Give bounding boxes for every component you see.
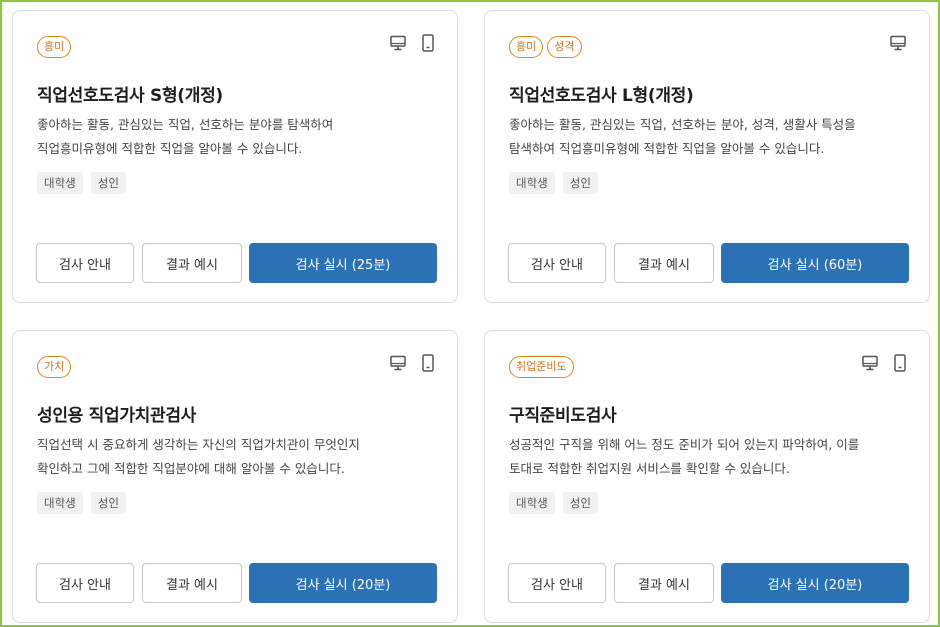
test-guide-button[interactable]: 검사 안내 <box>508 563 606 603</box>
category-tags: 취업준비도 <box>509 356 574 378</box>
target-tags: 대학생 성인 <box>509 492 598 514</box>
mobile-icon <box>893 354 907 372</box>
target-tags: 대학생 성인 <box>37 492 126 514</box>
target-tag: 성인 <box>562 492 598 514</box>
start-test-button[interactable]: 검사 실시 (25분) <box>249 243 437 283</box>
result-sample-button[interactable]: 결과 예시 <box>142 243 242 283</box>
test-title: 성인용 직업가치관검사 <box>37 406 197 426</box>
pc-icon <box>861 354 879 372</box>
device-icons <box>861 354 907 372</box>
test-description: 성공적인 구직을 위해 어느 정도 준비가 되어 있는지 파악하여, 이를 토대… <box>509 437 860 476</box>
test-description: 좋아하는 활동, 관심있는 직업, 선호하는 분야를 탐색하여 직업흥미유형에 … <box>37 117 334 156</box>
test-guide-button[interactable]: 검사 안내 <box>36 563 134 603</box>
result-sample-button[interactable]: 결과 예시 <box>142 563 242 603</box>
target-tag: 성인 <box>90 172 126 194</box>
start-test-button[interactable]: 검사 실시 (60분) <box>721 243 909 283</box>
target-tags: 대학생 성인 <box>37 172 126 194</box>
mobile-icon <box>421 354 435 372</box>
test-card: 흥미 성격 직업선호도검사 L형(개정) 좋아하는 활동, 관심있는 직업, 선… <box>484 10 930 303</box>
start-test-button[interactable]: 검사 실시 (20분) <box>249 563 437 603</box>
test-description: 직업선택 시 중요하게 생각하는 자신의 직업가치관이 무엇인지 확인하고 그에… <box>37 437 360 476</box>
pc-icon <box>889 34 907 52</box>
category-tags: 흥미 성격 <box>509 36 582 58</box>
target-tag: 대학생 <box>509 172 555 194</box>
target-tags: 대학생 성인 <box>509 172 598 194</box>
test-card: 가치 성인용 직업가치관검사 직업선택 시 중요하게 생각하는 자신의 직업가치… <box>12 330 458 623</box>
result-sample-button[interactable]: 결과 예시 <box>614 243 714 283</box>
test-guide-button[interactable]: 검사 안내 <box>508 243 606 283</box>
test-description: 좋아하는 활동, 관심있는 직업, 선호하는 분야, 성격, 생활사 특성을 탐… <box>509 117 856 156</box>
category-tag: 흥미 <box>509 36 544 58</box>
device-icons <box>389 34 435 52</box>
test-title: 직업선호도검사 L형(개정) <box>509 86 694 106</box>
result-sample-button[interactable]: 결과 예시 <box>614 563 714 603</box>
test-card: 취업준비도 구직준비도검사 성공적인 구직을 위해 어느 정도 준비가 되어 있… <box>484 330 930 623</box>
test-card-grid: 흥미 직업선호도검사 S형(개정) 좋아하는 활동, 관심있는 직업, 선호하는… <box>2 2 938 625</box>
test-card: 흥미 직업선호도검사 S형(개정) 좋아하는 활동, 관심있는 직업, 선호하는… <box>12 10 458 303</box>
category-tag: 흥미 <box>37 36 72 58</box>
category-tag: 가치 <box>37 356 72 378</box>
start-test-button[interactable]: 검사 실시 (20분) <box>721 563 909 603</box>
category-tag: 취업준비도 <box>509 356 574 378</box>
category-tags: 흥미 <box>37 36 72 58</box>
pc-icon <box>389 34 407 52</box>
target-tag: 대학생 <box>37 172 83 194</box>
mobile-icon <box>421 34 435 52</box>
category-tag: 성격 <box>547 36 582 58</box>
test-title: 직업선호도검사 S형(개정) <box>37 86 223 106</box>
category-tags: 가치 <box>37 356 72 378</box>
pc-icon <box>389 354 407 372</box>
target-tag: 대학생 <box>509 492 555 514</box>
target-tag: 성인 <box>562 172 598 194</box>
target-tag: 성인 <box>90 492 126 514</box>
device-icons <box>889 34 907 52</box>
target-tag: 대학생 <box>37 492 83 514</box>
test-title: 구직준비도검사 <box>509 406 617 426</box>
device-icons <box>389 354 435 372</box>
test-guide-button[interactable]: 검사 안내 <box>36 243 134 283</box>
